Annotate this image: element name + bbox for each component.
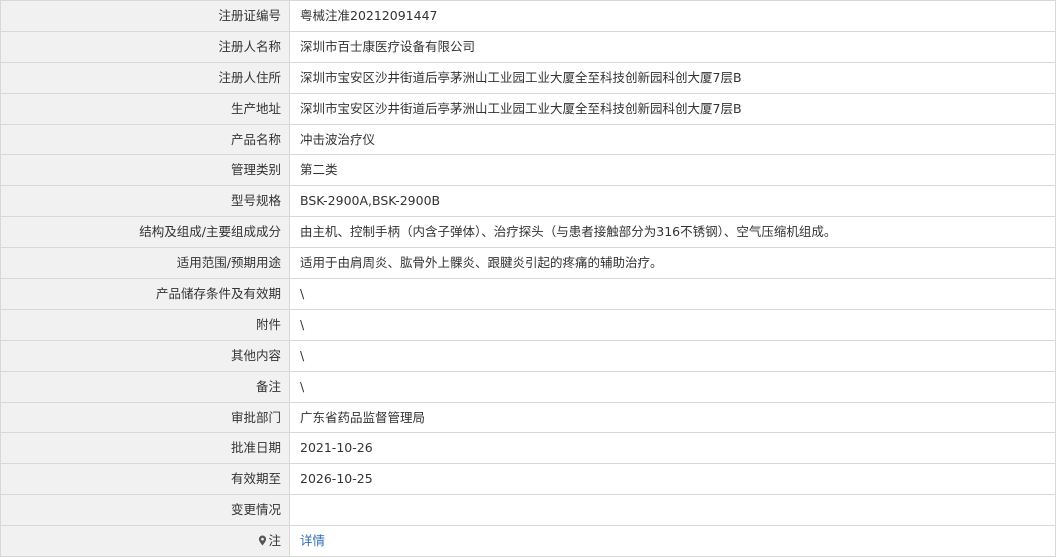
row-value: 2021-10-26 bbox=[290, 433, 1056, 464]
row-change-history: 变更情况 bbox=[1, 495, 1056, 527]
row-label: 其他内容 bbox=[1, 340, 290, 371]
row-value: \ bbox=[290, 309, 1056, 340]
row-registrant-address: 注册人住所 深圳市宝安区沙井街道后亭茅洲山工业园工业大厦全至科技创新园科创大厦7… bbox=[1, 62, 1056, 94]
row-approval-date: 批准日期 2021-10-26 bbox=[1, 433, 1056, 465]
row-label: 审批部门 bbox=[1, 402, 290, 433]
row-value: 第二类 bbox=[290, 155, 1056, 186]
row-intended-use: 适用范围/预期用途 适用于由肩周炎、肱骨外上髁炎、跟腱炎引起的疼痛的辅助治疗。 bbox=[1, 248, 1056, 280]
row-management-category: 管理类别 第二类 bbox=[1, 155, 1056, 187]
row-label: 生产地址 bbox=[1, 93, 290, 124]
row-label: 产品名称 bbox=[1, 124, 290, 155]
row-value: \ bbox=[290, 340, 1056, 371]
row-label: 变更情况 bbox=[1, 495, 290, 526]
row-value: 广东省药品监督管理局 bbox=[290, 402, 1056, 433]
row-value bbox=[290, 495, 1056, 526]
row-registration-number: 注册证编号 粤械注准20212091447 bbox=[1, 1, 1056, 32]
note-label-cell: 注 bbox=[1, 526, 290, 557]
row-label: 有效期至 bbox=[1, 464, 290, 495]
row-label: 产品储存条件及有效期 bbox=[1, 279, 290, 309]
row-label: 适用范围/预期用途 bbox=[1, 248, 290, 279]
row-label: 批准日期 bbox=[1, 433, 290, 464]
row-value: 由主机、控制手柄（内含子弹体）、治疗探头（与患者接触部分为316不锈钢）、空气压… bbox=[290, 217, 1056, 248]
row-value: BSK-2900A,BSK-2900B bbox=[290, 186, 1056, 217]
row-value: 深圳市百士康医疗设备有限公司 bbox=[290, 31, 1056, 62]
row-value: 冲击波治疗仪 bbox=[290, 124, 1056, 155]
row-value: \ bbox=[290, 279, 1056, 309]
row-product-name: 产品名称 冲击波治疗仪 bbox=[1, 124, 1056, 156]
row-value: 2026-10-25 bbox=[290, 464, 1056, 495]
row-value: 深圳市宝安区沙井街道后亭茅洲山工业园工业大厦全至科技创新园科创大厦7层B bbox=[290, 93, 1056, 124]
row-note: 注 详情 bbox=[1, 526, 1056, 557]
row-approval-department: 审批部门 广东省药品监督管理局 bbox=[1, 402, 1056, 434]
row-label: 型号规格 bbox=[1, 186, 290, 217]
note-label: 注 bbox=[268, 533, 281, 549]
row-label: 结构及组成/主要组成成分 bbox=[1, 217, 290, 248]
row-value: 粤械注准20212091447 bbox=[290, 1, 1056, 31]
row-attachments: 附件 \ bbox=[1, 309, 1056, 341]
row-label: 附件 bbox=[1, 309, 290, 340]
row-value: \ bbox=[290, 371, 1056, 402]
row-remarks: 备注 \ bbox=[1, 371, 1056, 403]
registration-details-table: 注册证编号 粤械注准20212091447 注册人名称 深圳市百士康医疗设备有限… bbox=[0, 0, 1056, 557]
row-label: 注册人名称 bbox=[1, 31, 290, 62]
row-label: 备注 bbox=[1, 371, 290, 402]
row-valid-until: 有效期至 2026-10-25 bbox=[1, 464, 1056, 496]
row-registrant-name: 注册人名称 深圳市百士康医疗设备有限公司 bbox=[1, 31, 1056, 63]
row-label: 注册证编号 bbox=[1, 1, 290, 31]
row-value: 深圳市宝安区沙井街道后亭茅洲山工业园工业大厦全至科技创新园科创大厦7层B bbox=[290, 62, 1056, 93]
row-other-content: 其他内容 \ bbox=[1, 340, 1056, 372]
row-production-address: 生产地址 深圳市宝安区沙井街道后亭茅洲山工业园工业大厦全至科技创新园科创大厦7层… bbox=[1, 93, 1056, 125]
note-value-cell: 详情 bbox=[290, 526, 1056, 557]
row-structure-composition: 结构及组成/主要组成成分 由主机、控制手柄（内含子弹体）、治疗探头（与患者接触部… bbox=[1, 217, 1056, 249]
row-model-spec: 型号规格 BSK-2900A,BSK-2900B bbox=[1, 186, 1056, 218]
row-label: 注册人住所 bbox=[1, 62, 290, 93]
pin-icon bbox=[259, 535, 267, 546]
details-link[interactable]: 详情 bbox=[300, 533, 325, 548]
row-storage-conditions: 产品储存条件及有效期 \ bbox=[1, 279, 1056, 310]
row-value: 适用于由肩周炎、肱骨外上髁炎、跟腱炎引起的疼痛的辅助治疗。 bbox=[290, 248, 1056, 279]
row-label: 管理类别 bbox=[1, 155, 290, 186]
